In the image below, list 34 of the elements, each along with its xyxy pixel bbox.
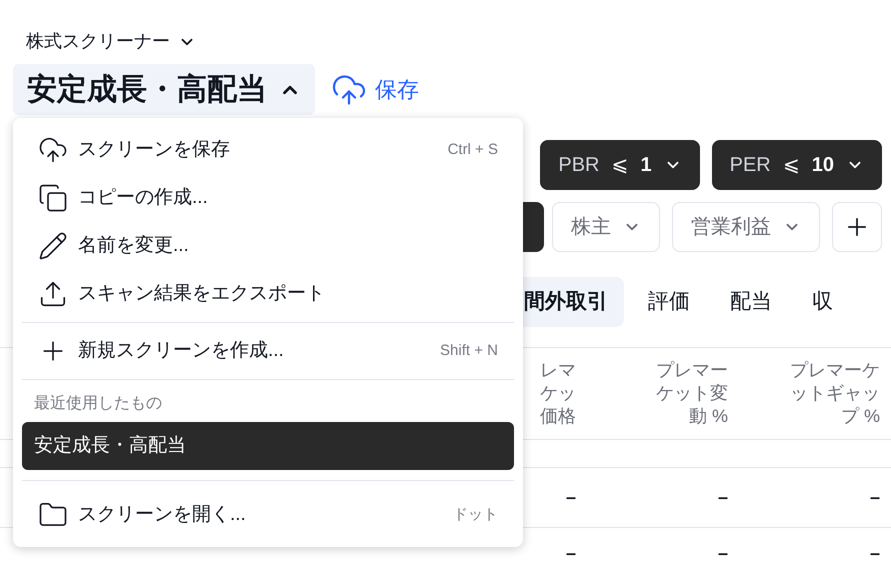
shortcut-text: ドット	[453, 504, 498, 525]
menu-item[interactable]: 新規スクリーンを作成... Shift + N	[22, 327, 514, 375]
copy-icon	[38, 183, 68, 213]
column-header[interactable]: プレマーケット変動 %	[655, 359, 728, 428]
menu-item[interactable]: 名前を変更...	[22, 222, 514, 270]
menu-item[interactable]: コピーの作成...	[22, 174, 514, 222]
filter-chip[interactable]: PBR ⩽ 1	[540, 140, 700, 190]
save-button[interactable]: 保存	[331, 72, 419, 108]
table-cell-text: –	[566, 486, 576, 509]
section-heading: 最近使用したもの	[34, 395, 162, 412]
table-cell-text: –	[566, 542, 576, 564]
column-header[interactable]: プレマーケットギャップ %	[789, 359, 880, 428]
cloud-upload-icon	[38, 135, 68, 165]
menu-item[interactable]: スクリーンを保存 Ctrl + S	[22, 126, 514, 174]
filter-chip[interactable]: 営業利益	[672, 202, 820, 252]
menu-item[interactable]: スクリーンを開く... ドット	[22, 491, 514, 539]
tab[interactable]: 評価	[632, 277, 706, 327]
recent-screen-item[interactable]: 安定成長・高配当	[22, 422, 514, 470]
tab[interactable]: 配当	[714, 277, 788, 327]
shortcut-text: Shift + N	[440, 340, 498, 361]
pencil-icon	[38, 231, 68, 261]
add-filter-button[interactable]	[832, 202, 882, 252]
table-cell-text: –	[718, 486, 728, 509]
table-cell-text: –	[718, 542, 728, 564]
tab[interactable]: 収	[796, 277, 849, 327]
breadcrumb-dropdown[interactable]: 株式スクリーナー	[26, 28, 196, 55]
column-header[interactable]: レマケッ価格	[539, 359, 576, 428]
table-cell-text: –	[870, 542, 880, 564]
upload-icon	[38, 279, 68, 309]
screen-title-button[interactable]: 安定成長・高配当	[13, 64, 315, 115]
filter-chip[interactable]: 株主	[552, 202, 660, 252]
table-cell-text: –	[870, 486, 880, 509]
filter-chip[interactable]: PER ⩽ 10	[712, 140, 882, 190]
shortcut-text: Ctrl + S	[448, 140, 498, 160]
